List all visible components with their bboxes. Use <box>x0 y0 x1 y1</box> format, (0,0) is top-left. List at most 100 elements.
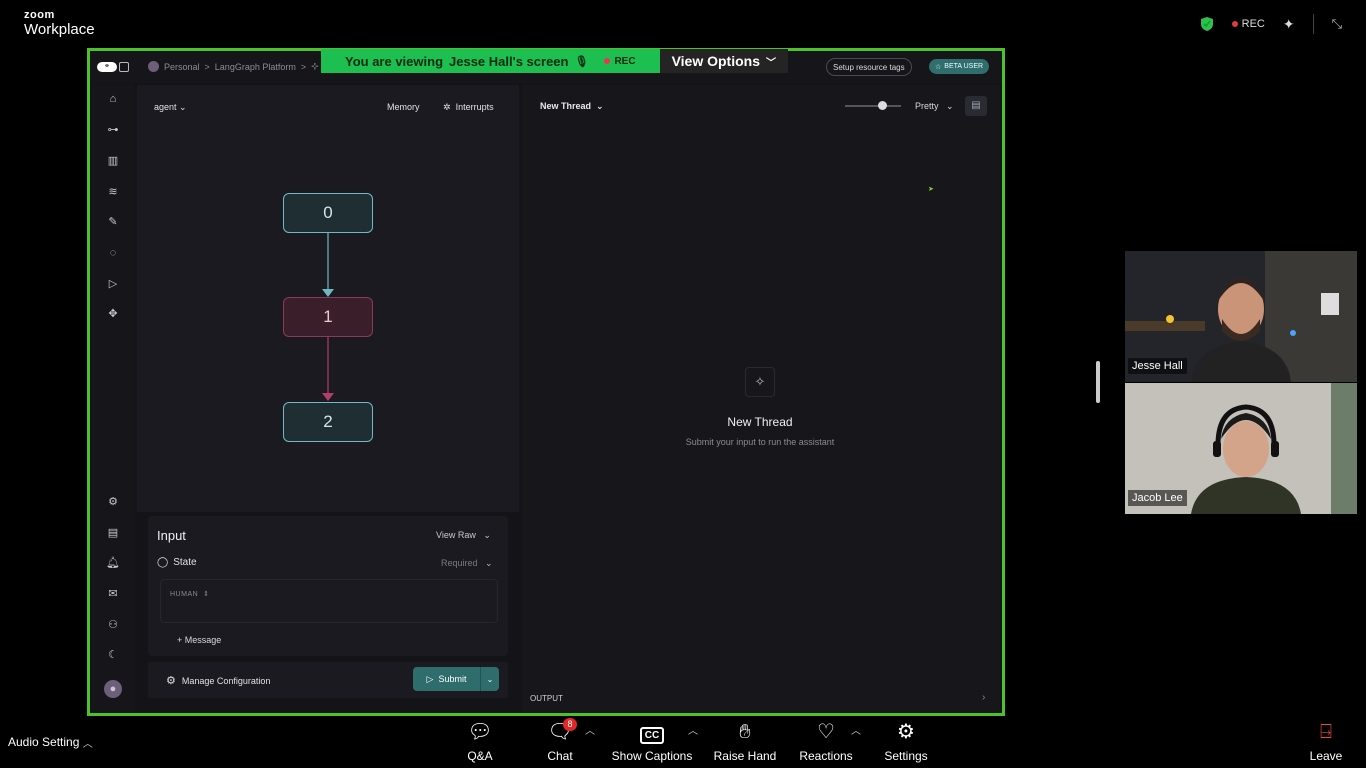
graph-node-0[interactable]: 0 <box>283 193 373 233</box>
detail-slider-handle[interactable] <box>878 101 887 110</box>
submit-dropdown[interactable]: ⌄ <box>481 675 499 684</box>
required-label: Required <box>441 558 478 568</box>
required-indicator[interactable]: Required ⌄ <box>441 558 493 569</box>
zoom-logo-line2: Workplace <box>24 21 95 38</box>
graph-node-2[interactable]: 2 <box>283 402 373 442</box>
recording-label: REC <box>1241 18 1265 30</box>
interrupts-button[interactable]: ✲ Interrupts <box>443 102 494 113</box>
submit-main[interactable]: ▷ Submit <box>413 667 481 691</box>
caret-up-icon[interactable]: ︿ <box>585 722 595 737</box>
caret-up-icon[interactable]: ︿ <box>688 722 698 737</box>
role-label: HUMAN <box>170 591 199 598</box>
breadcrumb: Personal > LangGraph Platform > ⊹ <box>148 61 319 72</box>
prompts-icon[interactable]: ◌ <box>105 245 121 261</box>
chevron-right-icon[interactable]: › <box>982 692 985 703</box>
home-icon[interactable]: ⌂ <box>105 91 121 107</box>
detail-slider[interactable] <box>845 105 901 107</box>
star-icon: ☆ <box>935 63 942 71</box>
qa-button[interactable]: 💬︎ Q&A <box>460 720 500 763</box>
recording-indicator[interactable]: REC <box>1231 18 1265 30</box>
breadcrumb-separator: > <box>204 61 210 72</box>
share-rec-label: REC <box>614 55 636 67</box>
playground-icon[interactable]: ▷ <box>105 276 121 292</box>
participant-name: Jacob Lee <box>1128 490 1187 506</box>
breadcrumb-item[interactable]: Personal <box>164 62 200 72</box>
output-section-label[interactable]: OUTPUT <box>530 694 563 703</box>
settings-label: Settings <box>884 749 928 763</box>
sparkle-icon: ✧ <box>745 367 775 397</box>
interrupts-label: Interrupts <box>455 102 494 112</box>
memory-button[interactable]: Memory <box>387 102 420 112</box>
message-input-box[interactable] <box>160 579 498 623</box>
reactions-button[interactable]: ♡ Reactions <box>798 720 854 763</box>
view-options-label: View Options <box>671 53 761 69</box>
thread-selector[interactable]: New Thread ⌄ <box>540 101 604 112</box>
state-label: State <box>173 557 197 568</box>
workspace-avatar <box>148 61 159 72</box>
hand-icon: ✋︎ <box>739 721 751 743</box>
notifications-icon[interactable]: 🔔︎ <box>105 555 121 571</box>
divider <box>1312 14 1314 34</box>
heart-icon: ♡ <box>817 721 835 743</box>
empty-state-subtitle: Submit your input to run the assistant <box>685 437 835 447</box>
sidebar-toggle-icon[interactable] <box>119 62 129 72</box>
manage-config-label: Manage Configuration <box>181 675 271 686</box>
state-section[interactable]: ◯ State <box>157 557 197 568</box>
add-user-icon[interactable]: ⚇ <box>105 617 121 633</box>
layout-toggle-icon[interactable]: ▤ <box>965 96 987 116</box>
raise-hand-label: Raise Hand <box>713 749 777 763</box>
chat-label: Chat <box>547 749 573 763</box>
leave-button[interactable]: ⍈ Leave <box>1308 720 1344 763</box>
show-captions-button[interactable]: CC Show Captions <box>608 720 696 763</box>
settings-icon[interactable]: ⚙ <box>105 494 121 510</box>
view-options-button[interactable]: View Options ﹀ <box>659 49 789 73</box>
setup-resource-tags-button[interactable]: Setup resource tags <box>826 58 912 76</box>
meeting-status-area: REC ✦ ⤡ <box>1200 14 1342 34</box>
share-rec-badge: REC <box>604 55 636 67</box>
input-title: Input <box>157 528 186 543</box>
video-tile-jacob[interactable]: Jacob Lee <box>1125 383 1357 514</box>
zoom-workplace-logo: zoom Workplace <box>24 9 95 38</box>
zoom-logo-line1: zoom <box>24 9 55 21</box>
thread-selector-label: New Thread <box>540 101 592 111</box>
ai-companion-icon[interactable]: ✦ <box>1283 16 1295 33</box>
chat-unread-badge: 8 <box>563 718 577 731</box>
mail-icon[interactable]: ✉ <box>105 586 121 602</box>
langsmith-logo[interactable]: ⚭ <box>97 62 117 72</box>
monitoring-icon[interactable]: ▥ <box>105 153 121 169</box>
view-raw-toggle[interactable]: View Raw ⌄ <box>436 530 491 541</box>
video-tile-jesse[interactable]: Jesse Hall <box>1125 251 1357 382</box>
docs-icon[interactable]: ▤ <box>105 525 121 541</box>
muted-mic-icon: 🎙︎ <box>574 55 589 68</box>
captions-label: Show Captions <box>611 749 693 763</box>
annotation-icon[interactable]: ✎ <box>105 214 121 230</box>
presenter-name: Jesse Hall's screen <box>449 53 569 69</box>
caret-up-icon[interactable]: ︿ <box>851 722 861 737</box>
message-role-selector[interactable]: HUMAN ⇕ <box>170 590 209 598</box>
assistant-selector[interactable]: agent ⌄ <box>154 102 187 113</box>
raise-hand-button[interactable]: ✋︎ Raise Hand <box>712 720 778 763</box>
view-raw-label: View Raw <box>436 530 476 540</box>
render-mode-selector[interactable]: Pretty ⌄ <box>915 101 954 112</box>
breadcrumb-item[interactable]: LangGraph Platform <box>215 62 296 72</box>
settings-button[interactable]: ⚙ Settings <box>880 720 932 763</box>
graph-node-1[interactable]: 1 <box>283 297 373 337</box>
datasets-icon[interactable]: ≋ <box>105 184 121 200</box>
chevron-down-icon: ⌄ <box>485 558 493 568</box>
user-avatar[interactable]: ● <box>104 680 122 698</box>
render-mode-label: Pretty <box>915 101 939 111</box>
panel-resize-handle[interactable] <box>1096 361 1100 403</box>
gear-icon: ⚙ <box>897 721 915 743</box>
manage-configuration-button[interactable]: ⚙ Manage Configuration <box>166 674 270 687</box>
tracing-projects-icon[interactable]: ⊶ <box>105 122 121 138</box>
gear-icon: ⚙ <box>166 675 176 687</box>
deployments-icon[interactable]: ✥ <box>105 306 121 322</box>
add-message-button[interactable]: + Message <box>177 635 221 645</box>
dark-mode-icon[interactable]: ☾ <box>105 647 121 663</box>
exit-fullscreen-icon[interactable]: ⤡ <box>1332 16 1342 32</box>
captions-icon: CC <box>608 720 696 744</box>
chevron-down-icon: ⌄ <box>483 530 491 540</box>
submit-button[interactable]: ▷ Submit ⌄ <box>413 667 499 691</box>
caret-up-icon[interactable]: ︿ <box>83 739 93 750</box>
audio-settings-button[interactable]: Audio Setting ︿ <box>8 735 93 750</box>
